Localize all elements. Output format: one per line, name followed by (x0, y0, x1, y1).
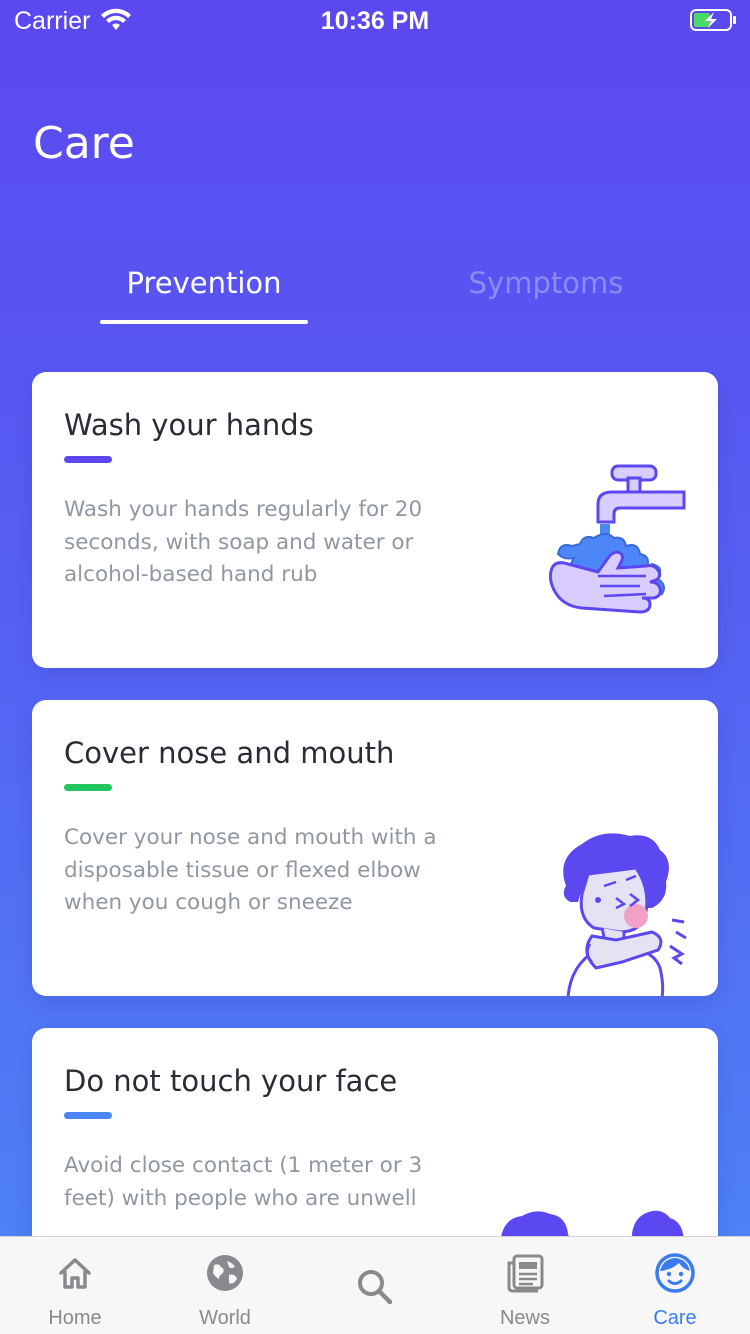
tab-care[interactable]: Care (600, 1237, 750, 1334)
hand-washing-illustration (548, 464, 686, 614)
tab-home[interactable]: Home (0, 1237, 150, 1334)
card-accent-bar (64, 456, 112, 463)
news-icon (507, 1254, 544, 1293)
tab-label: World (199, 1307, 251, 1329)
tab-search[interactable] (300, 1237, 450, 1334)
tab-indicator (100, 320, 308, 324)
card-accent-bar (64, 1112, 112, 1119)
card-description: Avoid close contact (1 meter or 3 feet) … (64, 1153, 423, 1211)
card-title: Do not touch your face (64, 1064, 398, 1098)
card-accent-bar (64, 784, 112, 791)
card-title: Wash your hands (64, 408, 314, 442)
page-title: Care (33, 118, 135, 169)
tab-label: News (499, 1307, 550, 1329)
card-cover-nose-mouth[interactable]: Cover nose and mouth Cover your nose and… (32, 700, 718, 996)
card-title: Cover nose and mouth (64, 736, 395, 770)
card-description: Wash your hands regularly for 20 seconds… (64, 497, 423, 587)
sneeze-into-elbow-illustration (563, 833, 687, 996)
card-wash-hands[interactable]: Wash your hands Wash your hands regularl… (32, 372, 718, 668)
care-face-icon (655, 1253, 695, 1293)
globe-icon (207, 1255, 243, 1291)
battery-charging-icon (690, 9, 736, 31)
bottom-tab-bar: Home World News Care (0, 1236, 750, 1334)
tab-label: Care (653, 1307, 697, 1329)
home-icon (59, 1258, 91, 1289)
tab-prevention[interactable]: Prevention (100, 266, 308, 300)
status-bar: Carrier 10:36 PM (0, 0, 750, 40)
tab-world[interactable]: World (150, 1237, 300, 1334)
tab-symptoms[interactable]: Symptoms (440, 266, 652, 300)
search-icon (358, 1270, 393, 1305)
tab-label: Home (48, 1307, 102, 1329)
status-time: 10:36 PM (320, 7, 430, 35)
card-description: Cover your nose and mouth with a disposa… (64, 825, 437, 915)
tab-news[interactable]: News (450, 1237, 600, 1334)
